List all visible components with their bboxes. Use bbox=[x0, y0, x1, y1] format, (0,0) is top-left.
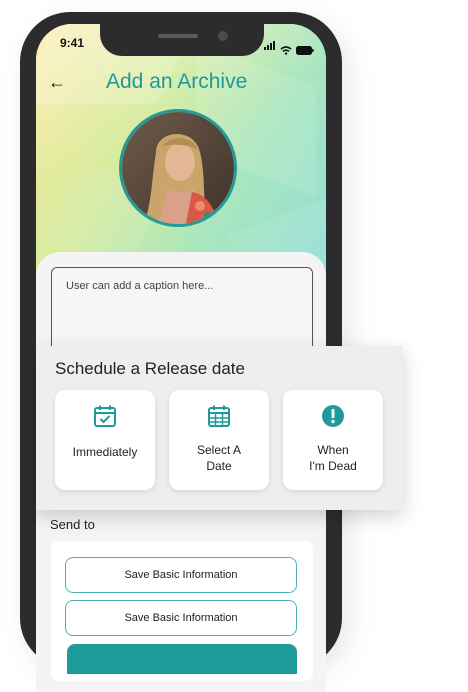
wifi-icon bbox=[280, 46, 292, 55]
status-time: 9:41 bbox=[60, 36, 85, 50]
save-basic-info-button[interactable]: Save Basic Information bbox=[65, 557, 297, 593]
schedule-title: Schedule a Release date bbox=[55, 359, 245, 378]
send-to-label: Send to bbox=[50, 517, 95, 532]
status-icons bbox=[264, 37, 314, 55]
option-label: Select A Date bbox=[196, 443, 242, 473]
calendar-grid-icon bbox=[208, 405, 230, 427]
option-label: Immediately bbox=[72, 445, 138, 459]
option-label: When I'm Dead bbox=[309, 443, 357, 473]
schedule-panel: Schedule a Release date Immediately Sele… bbox=[36, 346, 403, 510]
signal-icon bbox=[264, 37, 276, 55]
option-immediately[interactable]: Immediately bbox=[55, 390, 155, 490]
back-arrow-icon[interactable]: ← bbox=[48, 72, 66, 93]
avatar[interactable] bbox=[119, 109, 237, 227]
notch bbox=[100, 12, 264, 56]
calendar-check-icon bbox=[94, 405, 116, 427]
option-when-dead[interactable]: When I'm Dead bbox=[283, 390, 383, 490]
primary-button[interactable] bbox=[67, 644, 297, 674]
page-title: Add an Archive bbox=[106, 70, 248, 93]
alert-circle-icon bbox=[322, 405, 344, 427]
option-select-date[interactable]: Select A Date bbox=[169, 390, 269, 490]
battery-icon bbox=[296, 46, 314, 55]
save-basic-info-button[interactable]: Save Basic Information bbox=[65, 600, 297, 636]
